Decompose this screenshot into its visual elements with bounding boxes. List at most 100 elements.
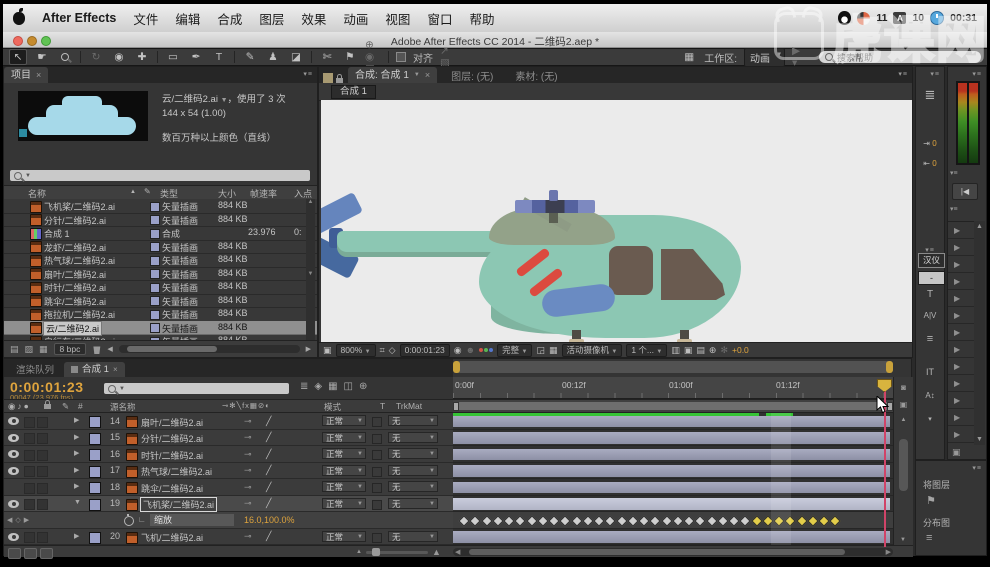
clock-icon[interactable]	[930, 11, 944, 25]
trkmat-dropdown[interactable]: 无▼	[388, 432, 438, 443]
keyframe-track-row[interactable]	[453, 512, 893, 529]
align-buttons-icon[interactable]: ⚑	[926, 494, 936, 507]
panel-menu-icon[interactable]: ▾≡	[303, 70, 313, 78]
help-search-box[interactable]: 搜索帮助	[819, 51, 981, 63]
quality-switch-icon[interactable]: ╱	[266, 498, 271, 509]
visibility-toggle[interactable]	[8, 467, 19, 475]
layer-source-name[interactable]: 热气球/二维码2.ai	[141, 465, 212, 478]
shape-tool[interactable]: ▭	[165, 50, 181, 64]
keyframe-diamond[interactable]	[649, 515, 660, 526]
expand-inout-columns-icon[interactable]	[40, 548, 53, 559]
comp-breadcrumb[interactable]: 合成 1	[331, 85, 376, 99]
keyframe-diamond[interactable]	[582, 515, 593, 526]
preserve-transparency-toggle[interactable]	[372, 483, 382, 493]
apple-menu-icon[interactable]	[13, 12, 25, 25]
audio-toggle[interactable]	[24, 466, 35, 477]
preserve-transparency-toggle[interactable]	[372, 417, 382, 427]
keyframe-diamond[interactable]	[796, 515, 807, 526]
scroll-down-icon[interactable]: ▼	[900, 537, 906, 543]
audio-toggle[interactable]	[24, 532, 35, 543]
scroll-left-icon[interactable]: ◀	[455, 548, 460, 556]
layer-color-swatch[interactable]	[89, 433, 101, 445]
visibility-toggle[interactable]	[8, 434, 19, 442]
label-color-swatch[interactable]	[150, 215, 160, 225]
scroll-right-icon[interactable]: ▶	[886, 548, 891, 556]
scroll-thumb[interactable]	[899, 439, 908, 491]
label-column-icon[interactable]: ✎	[62, 401, 69, 412]
layer-source-name[interactable]: 飞机/二维码2.ai	[141, 531, 203, 544]
zoom-tool[interactable]	[57, 50, 73, 64]
effects-list-item[interactable]: ▶	[948, 358, 976, 375]
audio-toggle[interactable]	[24, 450, 35, 461]
layer-color-swatch[interactable]	[89, 532, 101, 544]
solo-toggle[interactable]	[37, 532, 48, 543]
number-column[interactable]: #	[78, 401, 83, 411]
exposure-value[interactable]: +0.0	[732, 345, 749, 355]
project-row[interactable]: 飞机桨/二维码2.ai 矢量插画 884 KB	[4, 199, 317, 214]
blend-mode-dropdown[interactable]: 正常▼	[322, 481, 366, 492]
keyframe-diamond[interactable]	[627, 515, 638, 526]
layer-duration-bar[interactable]	[453, 498, 890, 510]
menu-item-2[interactable]: 合成	[217, 9, 242, 28]
always-preview-icon[interactable]: ▣	[323, 345, 332, 356]
eraser-tool[interactable]: ◪	[288, 50, 304, 64]
scroll-right-icon[interactable]: ▶	[306, 345, 311, 353]
layer-track-row[interactable]	[453, 446, 893, 463]
preserve-transparency-toggle[interactable]	[372, 450, 382, 460]
menu-item-6[interactable]: 视图	[385, 9, 410, 28]
roto-brush-tool[interactable]: ✄	[319, 50, 335, 64]
layer-source-name[interactable]: 飞机桨/二维码2.ai	[141, 498, 216, 511]
trkmat-dropdown[interactable]: 无▼	[388, 415, 438, 426]
keyframe-diamond[interactable]	[526, 515, 537, 526]
leading-icon[interactable]: ≡	[916, 333, 944, 345]
layer-duration-bar[interactable]	[453, 465, 890, 477]
keyframe-diamond[interactable]	[661, 515, 672, 526]
layer-duration-bar[interactable]	[453, 449, 890, 461]
stopwatch-icon[interactable]	[124, 516, 134, 526]
pen-tool[interactable]: ✒	[188, 50, 204, 64]
tab-dropdown-icon[interactable]: ▼	[414, 69, 420, 82]
app-menu-title[interactable]: After Effects	[42, 11, 116, 25]
menu-item-4[interactable]: 效果	[301, 9, 326, 28]
font-family-box[interactable]: 汉仪	[918, 253, 945, 268]
trkmat-column[interactable]: TrkMat	[396, 401, 422, 411]
project-scrollbar[interactable]: ▲▼	[306, 199, 315, 342]
mode-column[interactable]: 模式	[324, 401, 341, 413]
project-row[interactable]: 龙虾/二维码2.ai 矢量插画 884 KB	[4, 240, 317, 255]
rotate-tool[interactable]: ↻	[88, 50, 104, 64]
effects-list-item[interactable]: ▶	[948, 426, 976, 443]
audio-toggle[interactable]	[24, 433, 35, 444]
mask-visibility-icon[interactable]: ◇	[389, 345, 396, 356]
viewer-timecode[interactable]: 0:00:01:23	[400, 344, 450, 357]
trkmat-dropdown[interactable]: 无▼	[388, 481, 438, 492]
zoom-out-icon[interactable]: ▲	[356, 549, 362, 555]
project-row[interactable]: 合成 1 合成 23.976 0:	[4, 226, 317, 241]
quality-switch-icon[interactable]: ╱	[266, 482, 271, 493]
effects-list-item[interactable]: ▶	[948, 324, 976, 341]
visibility-toggle[interactable]	[8, 417, 19, 425]
effects-list-item[interactable]: ▶	[948, 409, 976, 426]
layer-source-name[interactable]: 扇叶/二维码2.ai	[141, 416, 203, 429]
collapse-switch-icon[interactable]: ⊸	[244, 449, 252, 460]
interpret-footage-icon[interactable]: ▤	[10, 344, 19, 355]
more-options-icon[interactable]: ▾	[916, 415, 944, 423]
timeline-vertical-scrollbar[interactable]: ◙ ▣ ▲ ▼	[893, 377, 913, 547]
scroll-thumb[interactable]	[469, 549, 845, 555]
expand-arrow-icon[interactable]: ▶	[74, 433, 79, 441]
blend-mode-dropdown[interactable]: 正常▼	[322, 498, 366, 509]
label-color-swatch[interactable]	[150, 310, 160, 320]
solo-toggle[interactable]	[37, 450, 48, 461]
label-color-swatch[interactable]	[150, 283, 160, 293]
effects-list-item[interactable]: ▶	[948, 273, 976, 290]
effects-list-item[interactable]: ▶	[948, 341, 976, 358]
layer-color-swatch[interactable]	[89, 482, 101, 494]
layer-duration-bar[interactable]	[453, 432, 890, 444]
zoom-in-icon[interactable]: ▲	[432, 547, 441, 557]
label-color-swatch[interactable]	[150, 256, 160, 266]
clone-stamp-tool[interactable]: ♟	[265, 50, 281, 64]
tab-close-icon[interactable]: ×	[113, 363, 118, 377]
solo-toggle[interactable]	[37, 466, 48, 477]
timeline-search-box[interactable]: ▼	[104, 383, 289, 394]
snapshot-icon[interactable]: ◉	[454, 345, 462, 356]
timeline-navigator-bar[interactable]	[453, 361, 893, 373]
